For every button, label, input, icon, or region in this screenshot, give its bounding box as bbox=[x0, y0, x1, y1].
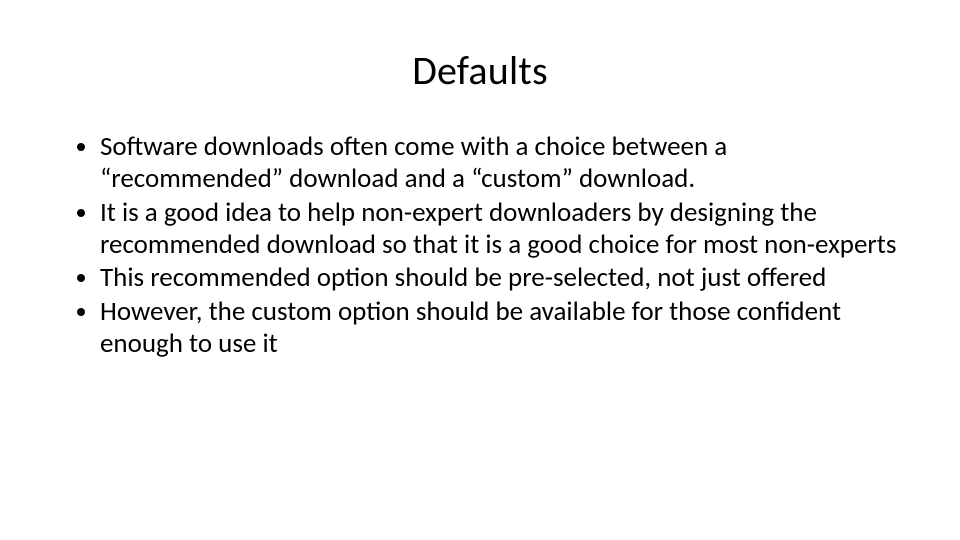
slide-title: Defaults bbox=[60, 46, 900, 95]
list-item: This recommended option should be pre-se… bbox=[100, 262, 900, 294]
bullet-list: Software downloads often come with a cho… bbox=[60, 131, 900, 360]
list-item: Software downloads often come with a cho… bbox=[100, 131, 900, 195]
list-item: It is a good idea to help non-expert dow… bbox=[100, 197, 900, 261]
slide: Defaults Software downloads often come w… bbox=[0, 0, 960, 540]
list-item: However, the custom option should be ava… bbox=[100, 296, 900, 360]
